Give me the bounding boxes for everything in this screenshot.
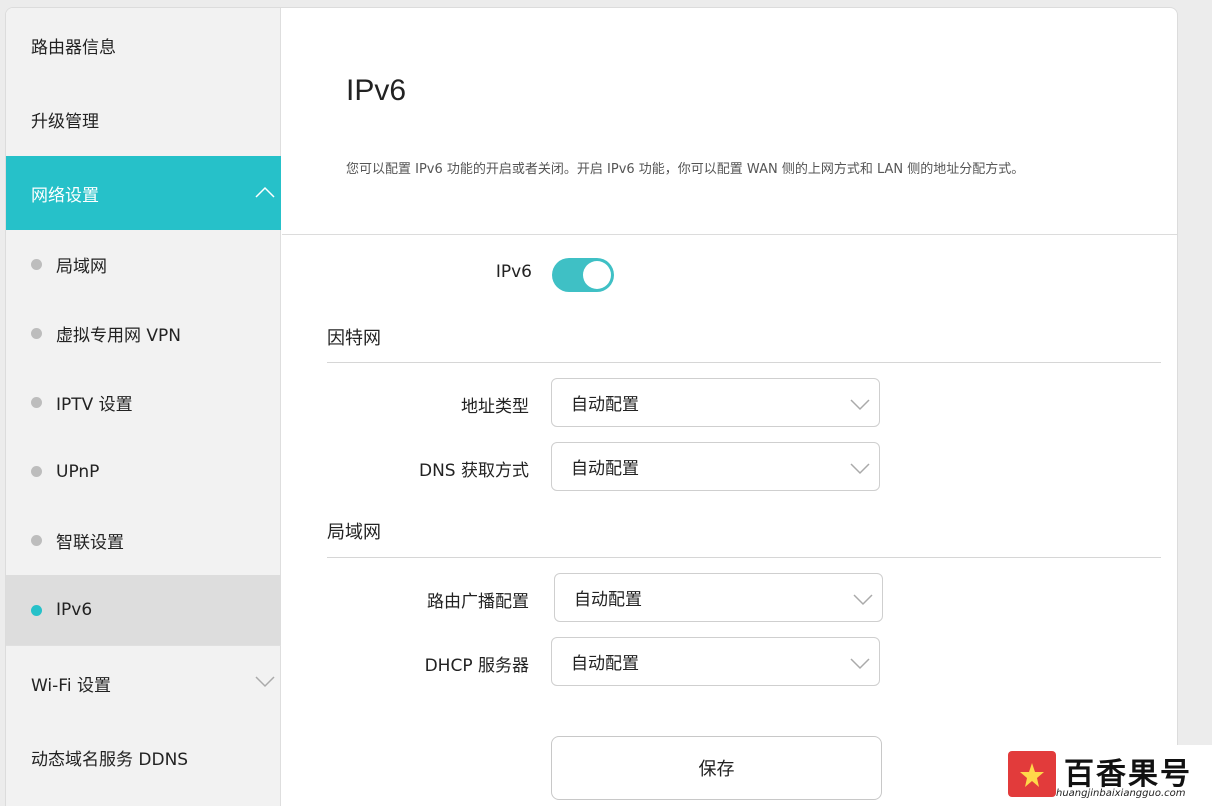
address-type-label: 地址类型 bbox=[461, 397, 529, 417]
sidebar-item-network-settings[interactable]: 网络设置 bbox=[6, 156, 281, 230]
sidebar-item-vpn[interactable]: 虚拟专用网 VPN bbox=[6, 299, 281, 368]
chevron-down-icon bbox=[850, 460, 870, 480]
lan-section-title: 局域网 bbox=[327, 522, 381, 543]
sidebar: 路由器信息 升级管理 网络设置 局域网 虚拟专用网 VPN IPTV 设置 UP… bbox=[6, 8, 281, 806]
route-advert-label: 路由广播配置 bbox=[427, 592, 529, 612]
address-type-select[interactable]: 自动配置 bbox=[551, 378, 880, 427]
dns-method-select[interactable]: 自动配置 bbox=[551, 442, 880, 491]
chevron-up-icon bbox=[255, 186, 275, 200]
sidebar-item-label: IPTV 设置 bbox=[56, 395, 133, 415]
watermark: 百香果号 huangjinbaixiangguo.com bbox=[998, 745, 1212, 806]
sidebar-item-label: 虚拟专用网 VPN bbox=[56, 326, 182, 346]
sidebar-item-label: UPnP bbox=[56, 461, 100, 482]
chevron-down-icon bbox=[255, 676, 275, 690]
dns-method-label: DNS 获取方式 bbox=[418, 461, 529, 481]
sidebar-item-label: Wi-Fi 设置 bbox=[31, 675, 111, 696]
bullet-dot-icon bbox=[31, 397, 42, 408]
main-content: IPv6 您可以配置 IPv6 功能的开启或者关闭。开启 IPv6 功能，你可以… bbox=[282, 8, 1177, 806]
sidebar-item-label: 网络设置 bbox=[31, 185, 99, 206]
bullet-dot-icon bbox=[31, 535, 42, 546]
toggle-knob bbox=[583, 261, 611, 289]
sidebar-item-label: 升级管理 bbox=[31, 111, 99, 132]
sidebar-item-label: 智联设置 bbox=[56, 533, 124, 553]
sidebar-item-upnp[interactable]: UPnP bbox=[6, 437, 281, 506]
sidebar-item-router-info[interactable]: 路由器信息 bbox=[6, 8, 281, 82]
sidebar-item-smart-connect[interactable]: 智联设置 bbox=[6, 506, 281, 575]
save-button[interactable]: 保存 bbox=[551, 736, 882, 800]
dhcp-server-select[interactable]: 自动配置 bbox=[551, 637, 880, 686]
route-advert-select[interactable]: 自动配置 bbox=[554, 573, 883, 622]
sidebar-item-label: 动态域名服务 DDNS bbox=[31, 749, 189, 770]
select-value: 自动配置 bbox=[571, 459, 639, 479]
section-divider bbox=[327, 362, 1161, 363]
select-value: 自动配置 bbox=[571, 395, 639, 415]
sidebar-item-lan[interactable]: 局域网 bbox=[6, 230, 281, 299]
ipv6-toggle-label: IPv6 bbox=[495, 262, 532, 282]
select-value: 自动配置 bbox=[571, 654, 639, 674]
page-title: IPv6 bbox=[346, 74, 407, 107]
chevron-down-icon bbox=[853, 591, 873, 611]
ipv6-toggle[interactable] bbox=[552, 258, 614, 292]
chevron-down-icon bbox=[850, 396, 870, 416]
sidebar-item-label: 路由器信息 bbox=[31, 37, 116, 58]
section-divider bbox=[327, 557, 1161, 558]
select-value: 自动配置 bbox=[574, 590, 642, 610]
page-description: 您可以配置 IPv6 功能的开启或者关闭。开启 IPv6 功能，你可以配置 WA… bbox=[346, 162, 1025, 177]
sidebar-item-upgrade[interactable]: 升级管理 bbox=[6, 82, 281, 156]
sidebar-item-label: 局域网 bbox=[56, 257, 107, 277]
internet-section-title: 因特网 bbox=[327, 328, 381, 349]
dhcp-server-label: DHCP 服务器 bbox=[424, 656, 529, 676]
sidebar-item-ddns[interactable]: 动态域名服务 DDNS bbox=[6, 720, 281, 794]
bullet-dot-icon bbox=[31, 328, 42, 339]
chevron-down-icon bbox=[850, 655, 870, 675]
bullet-dot-icon bbox=[31, 259, 42, 270]
watermark-text: 百香果号 bbox=[1064, 757, 1192, 792]
app-window: 路由器信息 升级管理 网络设置 局域网 虚拟专用网 VPN IPTV 设置 UP… bbox=[5, 7, 1178, 806]
sidebar-item-label: IPv6 bbox=[56, 600, 93, 620]
watermark-logo-icon bbox=[1008, 751, 1056, 797]
sidebar-item-iptv[interactable]: IPTV 设置 bbox=[6, 368, 281, 437]
bullet-dot-active-icon bbox=[31, 604, 42, 616]
watermark-url: huangjinbaixiangguo.com bbox=[1056, 788, 1186, 799]
bullet-dot-icon bbox=[31, 466, 42, 477]
sidebar-item-wifi[interactable]: Wi-Fi 设置 bbox=[6, 646, 281, 720]
header-divider bbox=[282, 234, 1177, 235]
sidebar-item-ipv6[interactable]: IPv6 bbox=[6, 575, 281, 645]
